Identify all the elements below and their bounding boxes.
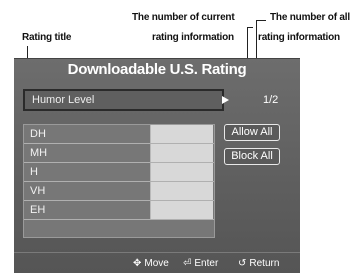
bottom-nav-bar: ✥ Move ⏎ Enter ↺ Return (14, 252, 300, 274)
rating-screen: Downloadable U.S. Rating Humor Level 1/2… (14, 58, 300, 273)
row-label: MH (30, 147, 48, 159)
row-label: DH (30, 128, 46, 140)
table-row[interactable]: DH (24, 125, 214, 144)
table-row[interactable]: EH (24, 201, 214, 220)
table-row[interactable]: MH (24, 144, 214, 163)
rating-count: 1/2 (263, 94, 279, 106)
rating-table: DH MH H VH EH (23, 124, 215, 238)
callout-current-number-line1: The number of current (132, 12, 235, 23)
lock-cell[interactable] (150, 144, 213, 162)
block-all-button[interactable]: Block All (224, 148, 280, 165)
nav-enter: ⏎ Enter (183, 258, 218, 269)
table-row[interactable]: VH (24, 182, 214, 201)
row-label: EH (30, 204, 46, 216)
lock-cell[interactable] (150, 163, 213, 181)
nav-move-label: Move (144, 258, 169, 269)
nav-enter-label: Enter (194, 258, 219, 269)
callout-all-number-line1: The number of all (270, 12, 350, 23)
rating-title-label: Humor Level (32, 94, 95, 106)
leader-line-current-number-tick (247, 27, 253, 28)
lock-cell[interactable] (150, 182, 213, 200)
table-row[interactable]: H (24, 163, 214, 182)
lock-cell[interactable] (150, 201, 213, 219)
rating-title-field[interactable]: Humor Level (23, 89, 224, 111)
move-arrows-icon: ✥ (133, 258, 142, 269)
allow-all-button[interactable]: Allow All (224, 124, 280, 141)
row-label: H (30, 166, 38, 178)
leader-line-all-number-tick (256, 20, 266, 21)
return-icon: ↺ (238, 258, 247, 269)
screen-title: Downloadable U.S. Rating (67, 61, 247, 78)
nav-return: ↺ Return (238, 258, 279, 269)
callout-rating-title: Rating title (22, 32, 72, 43)
callout-all-number-line2: rating information (258, 32, 340, 43)
nav-return-label: Return (249, 258, 280, 269)
lock-cell[interactable] (150, 125, 213, 143)
enter-icon: ⏎ (183, 258, 192, 269)
callout-current-number-line2: rating information (152, 32, 234, 43)
right-arrow-icon[interactable] (222, 96, 229, 104)
nav-move: ✥ Move (133, 258, 169, 269)
row-label: VH (30, 185, 46, 197)
